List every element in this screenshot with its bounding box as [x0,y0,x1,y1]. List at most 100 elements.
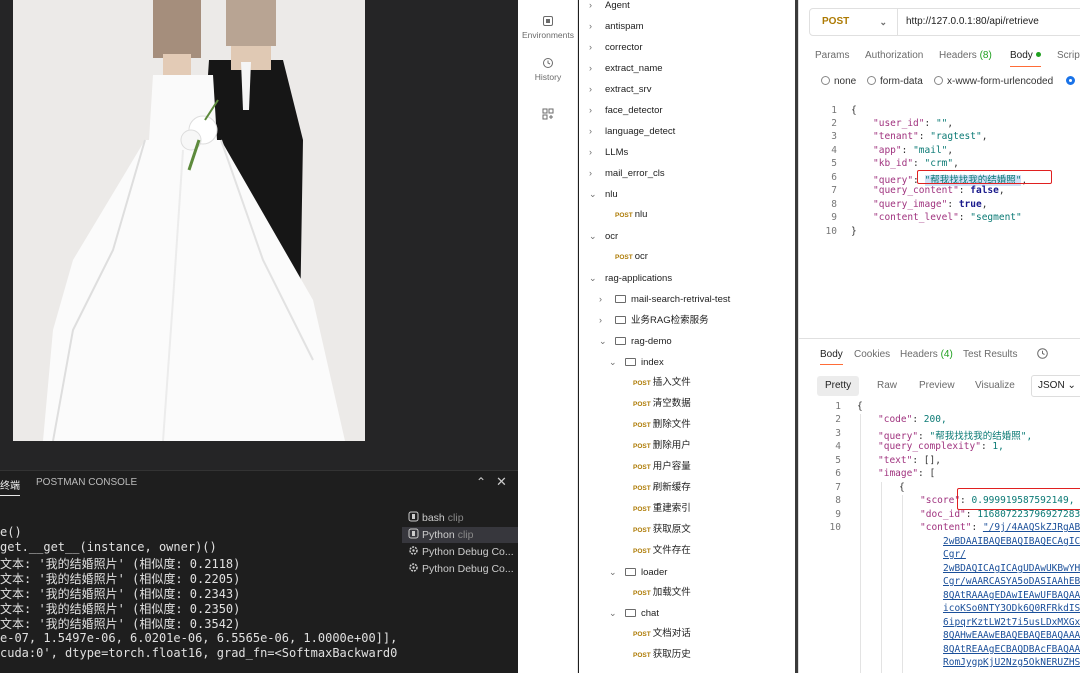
chevron-down-icon: ⌄ [609,608,617,618]
radio-form-data[interactable]: form-data [867,76,923,87]
debug-gear-icon [409,563,418,572]
tab-params[interactable]: Params [815,50,849,61]
history-icon [543,58,553,68]
tree-folder-agent[interactable]: › Agent [589,0,630,14]
base64-line: Cgr/ [943,549,966,560]
code-line: "kb_id": "crm", [873,158,959,169]
chevron-right-icon: › [589,84,592,94]
tree-folder-extract-srv[interactable]: › extract_srv [589,80,651,98]
terminal-item-bash[interactable]: bash clip [402,510,518,526]
radio-raw[interactable] [1066,76,1079,87]
code-line: "query_complexity": 1, [878,441,1004,452]
code-line: "text": [], [878,455,941,466]
tree-request-index[interactable]: POST 删除文件 [633,416,691,434]
tree-folder-mail-search[interactable]: › mail-search-retrival-test [599,290,730,308]
tree-request-loader[interactable]: POST 加载文件 [633,584,691,602]
chevron-down-icon: ⌄ [609,357,617,367]
tree-folder-llms[interactable]: › LLMs [589,143,628,161]
tab-authorization[interactable]: Authorization [865,50,923,61]
tree-folder-index[interactable]: ⌄ index [609,353,664,371]
tree-request-index[interactable]: POST 清空数据 [633,395,691,413]
tree-folder-rag-demo[interactable]: ⌄ rag-demo [599,332,672,350]
tab-test-results[interactable]: Test Results [963,349,1017,360]
base64-line: icoKSo0NTY3ODk6Q0RFRkdISUpT [943,603,1080,614]
tree-request-chat[interactable]: POST 获取历史 [633,646,691,664]
tree-folder-rag-service[interactable]: › 业务RAG检索服务 [599,311,709,329]
tree-folder-corrector[interactable]: › corrector [589,38,642,56]
tree-request-index[interactable]: POST 用户容量 [633,458,691,476]
tree-folder-language-detect[interactable]: › language_detect [589,122,675,140]
chevron-right-icon: › [599,294,602,304]
tree-request-index[interactable]: POST 获取原文 [633,521,691,539]
base64-line: 8QAtREAAgECBAQDBAcFBAQAAQJ3 [943,644,1080,655]
folder-icon [625,358,636,366]
format-select[interactable]: JSON ⌄ [1031,375,1080,397]
code-line: "content_level": "segment" [873,212,1022,223]
debug-gear-icon [409,546,418,555]
tree-folder-rag-applications[interactable]: ⌄ rag-applications [589,269,672,287]
chevron-right-icon: › [589,105,592,115]
tree-folder-mail-error-cls[interactable]: › mail_error_cls [589,164,665,182]
method-select[interactable]: POST ⌄ [810,9,898,35]
tab-terminal[interactable]: 终端 [0,477,20,496]
chevron-down-icon: ⌄ [609,567,617,577]
environments-button[interactable]: Environments [518,15,578,40]
request-editor: POST ⌄ http://127.0.0.1:80/api/retrieve P… [798,0,1080,673]
code-line: "image": [ [878,468,936,479]
tree-request-nlu[interactable]: POST nlu [615,206,647,224]
indent-guide [902,495,903,673]
terminal-output: e() get.__get__(instance, owner)() 文本: '… [0,520,400,670]
chevron-right-icon: › [589,168,592,178]
tree-folder-antispam[interactable]: › antispam [589,17,644,35]
tree-folder-chat[interactable]: ⌄ chat [609,604,659,622]
indent-guide [881,482,882,673]
tree-folder-loader[interactable]: ⌄ loader [609,563,667,581]
chevron-down-icon: ⌄ [589,189,597,199]
history-icon[interactable] [1036,347,1049,360]
terminal-item-python-debug[interactable]: Python Debug Co... [402,544,518,560]
tab-response-body[interactable]: Body [820,349,843,365]
tree-request-ocr[interactable]: POST ocr [615,248,648,266]
code-line: "user_id": "", [873,118,954,129]
maximize-panel-icon[interactable]: ⌃ [476,475,486,489]
tree-request-index[interactable]: POST 重建索引 [633,500,691,518]
tree-folder-nlu[interactable]: ⌄ nlu [589,185,618,203]
view-pretty-button[interactable]: Pretty [817,376,860,396]
view-preview-button[interactable]: Preview [911,376,963,396]
radio-urlencoded[interactable]: x-www-form-urlencoded [934,76,1053,87]
view-visualize-button[interactable]: Visualize [967,376,1023,396]
tab-scripts[interactable]: Scripts [1057,50,1080,61]
line-number: 9 [831,212,837,223]
folder-icon [615,337,626,345]
folder-icon [625,609,636,617]
tree-request-chat[interactable]: POST 文档对话 [633,625,691,643]
tab-headers[interactable]: Headers (8) [939,50,992,61]
url-input[interactable]: http://127.0.0.1:80/api/retrieve [906,9,1039,35]
tree-request-index[interactable]: POST 刷新缓存 [633,479,691,497]
terminal-item-python[interactable]: Python clip [402,527,518,543]
tree-folder-ocr[interactable]: ⌄ ocr [589,227,618,245]
tree-request-index[interactable]: POST 插入文件 [633,374,691,392]
tree-request-index[interactable]: POST 文件存在 [633,542,691,560]
line-number: 1 [835,401,841,412]
tree-folder-extract-name[interactable]: › extract_name [589,59,663,77]
tab-body[interactable]: Body [1010,50,1041,67]
chevron-down-icon: ⌄ [599,336,607,346]
tab-postman-console[interactable]: POSTMAN CONSOLE [36,477,137,488]
radio-selected-icon [1066,76,1075,85]
terminal-item-python-debug[interactable]: Python Debug Co... [402,561,518,577]
indent-guide [860,414,861,673]
add-workspace-button[interactable] [518,108,578,123]
view-raw-button[interactable]: Raw [869,376,905,396]
tab-response-headers[interactable]: Headers (4) [900,349,953,360]
history-button[interactable]: History [518,57,578,82]
tab-cookies[interactable]: Cookies [854,349,890,360]
code-line: "content": "/9j/4AAQSkZJRgABAQ [920,522,1080,533]
tree-request-index[interactable]: POST 删除用户 [633,437,691,455]
response-divider [799,338,1080,339]
terminal-tab-bar: 终端 POSTMAN CONSOLE ⌃ ✕ [0,470,518,496]
tree-folder-face-detector[interactable]: › face_detector [589,101,663,119]
radio-none[interactable]: none [821,76,856,87]
terminal-list: bash clip Python clip Python Debug Co... P… [402,508,518,588]
close-panel-icon[interactable]: ✕ [496,474,507,490]
